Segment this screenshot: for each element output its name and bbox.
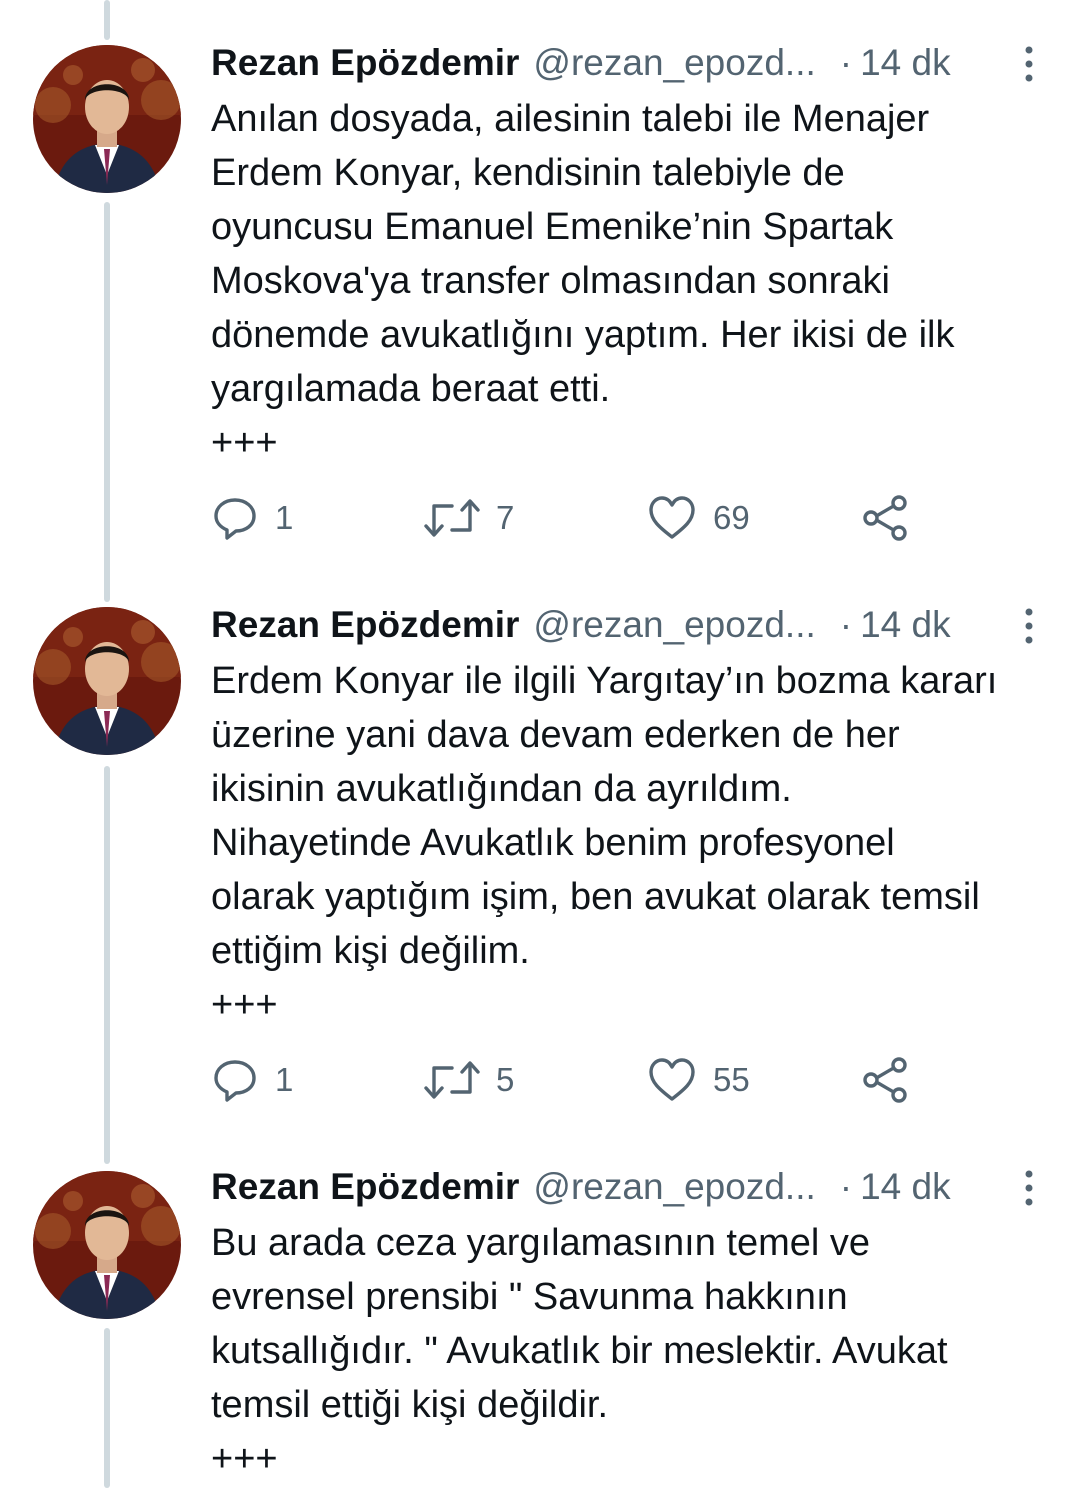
tweet[interactable]: Rezan Epözdemir @rezan_epozd... · 14 dk … xyxy=(0,562,1080,1122)
tweet-text: Bu arada ceza yargılamasının temel ve evr… xyxy=(211,1216,1050,1486)
tweet-text-line: Nihayetinde Avukatlık benim profesyonel xyxy=(211,822,895,864)
tweet-text-line: üzerine yani dava devam ederken de her xyxy=(211,714,900,756)
tweet[interactable]: Rezan Epözdemir @rezan_epozd... · 14 dk … xyxy=(0,0,1080,560)
tweet-text-line: Anılan dosyada, ailesinin talebi ile Men… xyxy=(211,98,930,140)
tweet-text: Anılan dosyada, ailesinin talebi ile Men… xyxy=(211,92,1050,470)
author-handle[interactable]: @rezan_epozd... xyxy=(533,600,815,650)
share-button[interactable] xyxy=(861,488,911,548)
reply-count: 1 xyxy=(275,499,294,536)
tweet-actions: 1 7 69 xyxy=(211,488,1011,548)
tweet-text-line: Moskova'ya transfer olmasından sonraki xyxy=(211,260,890,302)
reply-icon xyxy=(214,498,256,540)
tweet-text-line: evrensel prensibi " Savunma hakkının xyxy=(211,1276,848,1318)
more-options-icon[interactable] xyxy=(1022,1168,1036,1208)
tweet-time[interactable]: 14 dk xyxy=(860,38,951,88)
reply-count: 1 xyxy=(275,1061,294,1098)
retweet-button[interactable]: 7 xyxy=(424,488,514,548)
reply-button[interactable]: 1 xyxy=(211,488,293,548)
separator-dot: · xyxy=(839,1166,853,1207)
tweet-time[interactable]: 14 dk xyxy=(860,600,951,650)
tweet-text-line: kutsallığıdır. " Avukatlık bir meslektir… xyxy=(211,1330,948,1372)
author-name[interactable]: Rezan Epözdemir xyxy=(211,38,519,88)
tweet[interactable]: Rezan Epözdemir @rezan_epozd... · 14 dk … xyxy=(0,1126,1080,1488)
tweet-header: Rezan Epözdemir @rezan_epozd... · 14 dk xyxy=(211,600,1050,650)
more-options-icon[interactable] xyxy=(1022,44,1036,84)
share-icon xyxy=(863,1057,907,1103)
like-button[interactable]: 69 xyxy=(647,488,750,548)
timeline-feed: Rezan Epözdemir @rezan_epozd... · 14 dk … xyxy=(0,0,1080,1488)
tweet-actions: 1 5 55 xyxy=(211,1050,1011,1110)
tweet-header: Rezan Epözdemir @rezan_epozd... · 14 dk xyxy=(211,38,1050,88)
author-name[interactable]: Rezan Epözdemir xyxy=(211,1162,519,1212)
tweet-text-line: ettiğim kişi değilim. xyxy=(211,930,530,972)
tweet-text-line: dönemde avukatlığını yaptım. Her ikisi d… xyxy=(211,314,955,356)
tweet-header: Rezan Epözdemir @rezan_epozd... · 14 dk xyxy=(211,1162,1050,1212)
avatar[interactable] xyxy=(33,607,181,755)
retweet-icon xyxy=(424,499,480,537)
like-icon xyxy=(649,496,695,539)
tweet-text: Erdem Konyar ile ilgili Yargıtay’ın bozm… xyxy=(211,654,1050,1032)
like-icon xyxy=(649,1058,695,1101)
tweet-text-line: Erdem Konyar, kendisinin talebiyle de xyxy=(211,152,845,194)
avatar-image xyxy=(33,45,181,193)
author-name[interactable]: Rezan Epözdemir xyxy=(211,600,519,650)
avatar[interactable] xyxy=(33,1171,181,1319)
tweet-text-line: ikisinin avukatlığından da ayrıldım. xyxy=(211,768,792,810)
like-count: 69 xyxy=(713,499,750,536)
retweet-button[interactable]: 5 xyxy=(424,1050,514,1110)
tweet-text-line: Bu arada ceza yargılamasının temel ve xyxy=(211,1222,871,1264)
tweet-text-line: +++ xyxy=(211,1438,278,1480)
tweet-text-line: Erdem Konyar ile ilgili Yargıtay’ın bozm… xyxy=(211,660,998,702)
separator-dot: · xyxy=(839,604,853,645)
tweet-text-line: olarak yaptığım işim, ben avukat olarak … xyxy=(211,876,980,918)
avatar-image xyxy=(33,1171,181,1319)
tweet-text-line: temsil ettiği kişi değildir. xyxy=(211,1384,609,1426)
tweet-text-line: oyuncusu Emanuel Emenike’nin Spartak xyxy=(211,206,894,248)
retweet-count: 5 xyxy=(496,1061,515,1098)
share-button[interactable] xyxy=(861,1050,911,1110)
avatar[interactable] xyxy=(33,45,181,193)
tweet-text-line: yargılamada beraat etti. xyxy=(211,368,611,410)
avatar-image xyxy=(33,607,181,755)
like-count: 55 xyxy=(713,1061,750,1098)
author-handle[interactable]: @rezan_epozd... xyxy=(533,38,815,88)
like-button[interactable]: 55 xyxy=(647,1050,750,1110)
more-options-icon[interactable] xyxy=(1022,606,1036,646)
reply-icon xyxy=(214,1060,256,1102)
tweet-text-line: +++ xyxy=(211,984,278,1026)
reply-button[interactable]: 1 xyxy=(211,1050,293,1110)
tweet-text-line: +++ xyxy=(211,422,278,464)
author-handle[interactable]: @rezan_epozd... xyxy=(533,1162,815,1212)
retweet-icon xyxy=(424,1061,480,1099)
separator-dot: · xyxy=(839,42,853,83)
tweet-time[interactable]: 14 dk xyxy=(860,1162,951,1212)
share-icon xyxy=(863,495,907,541)
retweet-count: 7 xyxy=(496,499,515,536)
